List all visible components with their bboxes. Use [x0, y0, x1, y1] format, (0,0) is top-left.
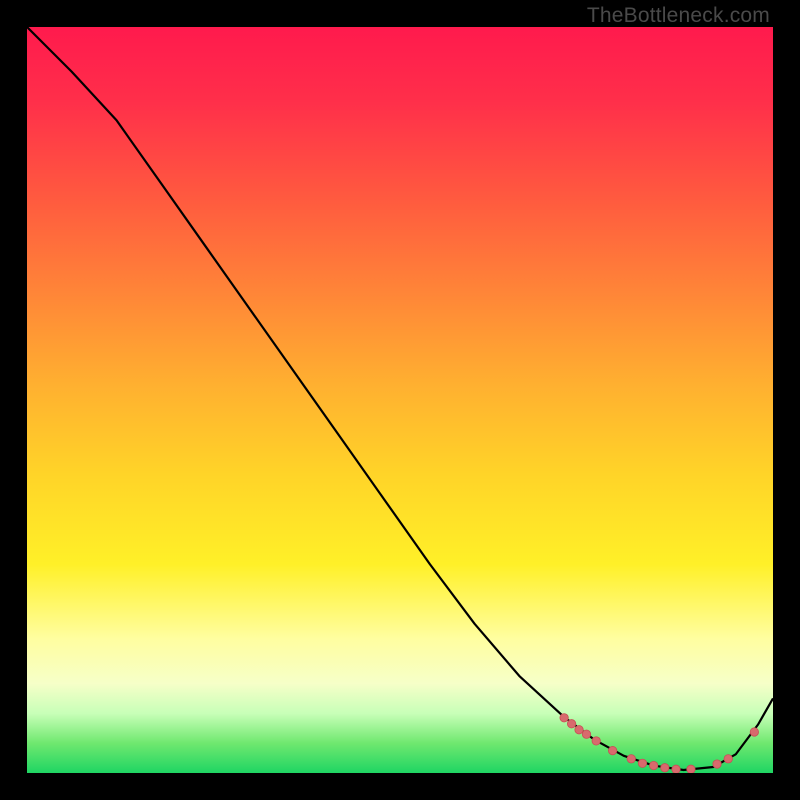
curve-marker [582, 730, 590, 738]
curve-marker [687, 765, 695, 773]
curve-marker [661, 764, 669, 772]
curve-marker [575, 726, 583, 734]
curve-marker [750, 728, 758, 736]
chart-frame [27, 27, 773, 773]
curve-line [27, 27, 773, 770]
curve-marker [724, 755, 732, 763]
watermark-text: TheBottleneck.com [587, 4, 770, 28]
curve-marker [560, 714, 568, 722]
curve-markers [560, 714, 759, 773]
curve-marker [638, 759, 646, 767]
chart-svg [27, 27, 773, 773]
curve-marker [649, 761, 657, 769]
curve-marker [592, 737, 600, 745]
curve-marker [567, 720, 575, 728]
curve-marker [608, 746, 616, 754]
curve-marker [672, 765, 680, 773]
curve-marker [627, 755, 635, 763]
curve-marker [713, 760, 721, 768]
bottleneck-curve [27, 27, 773, 770]
